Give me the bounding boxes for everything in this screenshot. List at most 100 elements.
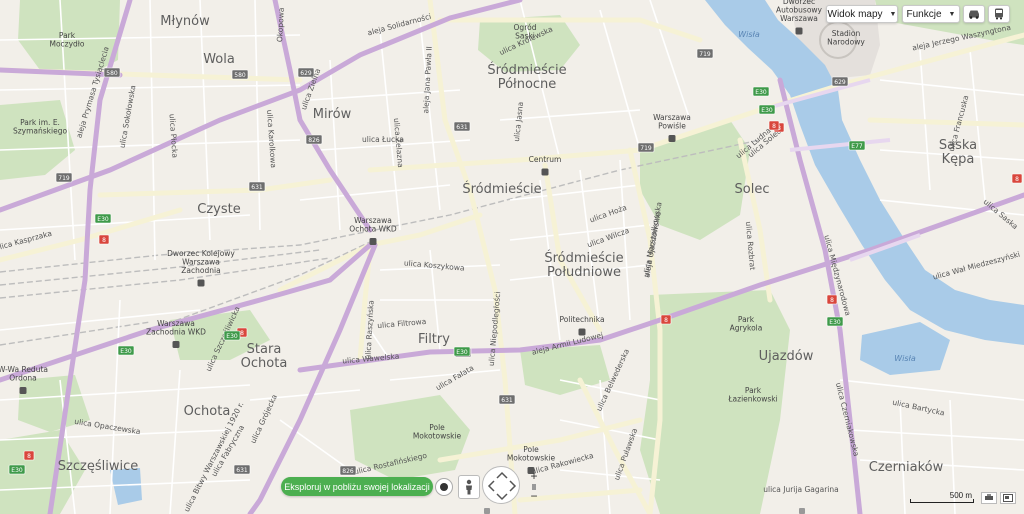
- route-badge: 8: [768, 120, 780, 131]
- zoom-out-button[interactable]: −: [528, 490, 540, 502]
- svg-text:719: 719: [58, 175, 70, 182]
- route-badge: 8: [98, 234, 110, 245]
- target-icon: [440, 483, 448, 491]
- bus-transit-button[interactable]: [988, 5, 1010, 23]
- road-number-shield: 629: [831, 76, 849, 87]
- route-badge: 8: [826, 294, 838, 305]
- road-number-shield: 631: [248, 181, 266, 192]
- svg-text:E30: E30: [226, 333, 238, 340]
- district-label: Śródmieście Północne: [487, 62, 566, 92]
- pegman-icon: [466, 479, 472, 495]
- route-badge: 8: [660, 314, 672, 325]
- svg-text:8: 8: [1015, 176, 1019, 183]
- pan-up-icon[interactable]: [496, 471, 508, 479]
- train-station-icon: [369, 238, 377, 245]
- route-badge: E30: [117, 345, 135, 356]
- route-badge: E30: [453, 346, 471, 357]
- pan-control[interactable]: [482, 466, 520, 504]
- district-label: Czerniaków: [869, 460, 944, 475]
- map-view-button[interactable]: Widok mapy ▼: [826, 5, 898, 23]
- district-label: Ujazdów: [759, 349, 814, 364]
- zoom-in-button[interactable]: +: [528, 470, 540, 482]
- train-station-icon: [668, 135, 676, 142]
- svg-text:E30: E30: [755, 89, 767, 96]
- district-label: Szczęśliwice: [58, 459, 138, 474]
- station-label: Centrum: [529, 155, 562, 164]
- explore-label: Eksploruj w pobliżu swojej lokalizacji: [284, 481, 430, 492]
- district-label: Solec: [735, 182, 770, 197]
- train-station-icon: [197, 279, 205, 287]
- svg-text:719: 719: [699, 51, 711, 58]
- train-station-icon: [795, 27, 803, 35]
- svg-text:E30: E30: [761, 107, 773, 114]
- station-label: Politechnika: [559, 315, 604, 324]
- bottom-edge-icon: [799, 508, 805, 514]
- pan-right-icon[interactable]: [509, 480, 517, 492]
- overview-map-icon: [1003, 494, 1013, 502]
- chevron-down-icon: ▼: [948, 10, 956, 18]
- street-label: Okopowa: [275, 7, 286, 42]
- district-label: Czyste: [197, 202, 240, 217]
- svg-text:8: 8: [102, 237, 106, 244]
- svg-text:826: 826: [342, 468, 354, 475]
- route-badge: E30: [223, 330, 241, 341]
- svg-text:631: 631: [456, 124, 468, 131]
- train-station-icon: [19, 387, 27, 394]
- svg-text:8: 8: [240, 330, 244, 337]
- road-number-shield: 719: [637, 142, 655, 153]
- svg-text:E30: E30: [120, 348, 132, 355]
- svg-text:629: 629: [834, 79, 846, 86]
- svg-text:E30: E30: [11, 467, 23, 474]
- route-badge: E77: [848, 140, 866, 151]
- locate-me-button[interactable]: [435, 478, 453, 496]
- print-map-button[interactable]: [981, 492, 997, 504]
- street-view-button[interactable]: [458, 475, 480, 499]
- place-label: Stadion Narodowy: [827, 29, 865, 47]
- svg-text:8: 8: [772, 123, 776, 130]
- minimap-button[interactable]: [1000, 492, 1016, 504]
- svg-text:E77: E77: [851, 143, 863, 150]
- route-badge: E30: [8, 464, 26, 475]
- svg-text:E30: E30: [829, 319, 841, 326]
- map-canvas[interactable]: Młynów Wola Mirów Czyste Śródmieście Północne…: [0, 0, 1024, 514]
- svg-text:631: 631: [236, 467, 248, 474]
- printer-icon: [985, 494, 993, 500]
- road-number-shield: 580: [231, 69, 249, 80]
- road-number-shield: 580: [103, 67, 121, 78]
- pan-left-icon[interactable]: [487, 480, 495, 492]
- svg-text:8: 8: [664, 317, 668, 324]
- station-label: Warszawa Powiśle: [653, 113, 691, 131]
- svg-text:826: 826: [308, 137, 320, 144]
- map-view-label: Widok mapy: [827, 8, 883, 20]
- place-label: Park im. E. Szymańskiego: [13, 118, 68, 136]
- car-traffic-button[interactable]: [963, 5, 985, 23]
- train-station-icon: [541, 168, 549, 176]
- route-badge: 8: [23, 450, 35, 461]
- district-label: Młynów: [160, 14, 210, 29]
- road-number-shield: 631: [498, 394, 516, 405]
- bottom-edge-icon: [484, 508, 490, 514]
- station-label: Warszawa Ochota WKD: [349, 216, 397, 234]
- road-number-shield: 631: [453, 121, 471, 132]
- district-label: Stara Ochota: [241, 342, 288, 371]
- svg-text:719: 719: [640, 145, 652, 152]
- pan-down-icon[interactable]: [496, 493, 508, 501]
- river-label: Wisła: [738, 30, 760, 39]
- svg-text:631: 631: [501, 397, 513, 404]
- route-badge: 8: [1011, 173, 1023, 184]
- functions-button[interactable]: Funkcje ▼: [902, 5, 960, 23]
- svg-text:629: 629: [300, 70, 312, 77]
- svg-text:580: 580: [234, 72, 246, 79]
- river-label: Wisła: [894, 354, 916, 363]
- road-number-shield: 631: [233, 464, 251, 475]
- district-label: Śródmieście: [462, 181, 541, 197]
- svg-text:631: 631: [251, 184, 263, 191]
- district-label: Wola: [203, 52, 235, 67]
- district-label: Śródmieście Południowe: [544, 250, 623, 280]
- explore-nearby-button[interactable]: Eksploruj w pobliżu swojej lokalizacji: [281, 477, 433, 496]
- road-number-shield: 826: [305, 134, 323, 145]
- svg-text:8: 8: [27, 453, 31, 460]
- svg-text:E30: E30: [97, 216, 109, 223]
- functions-label: Funkcje: [906, 8, 942, 20]
- route-badge: E30: [826, 316, 844, 327]
